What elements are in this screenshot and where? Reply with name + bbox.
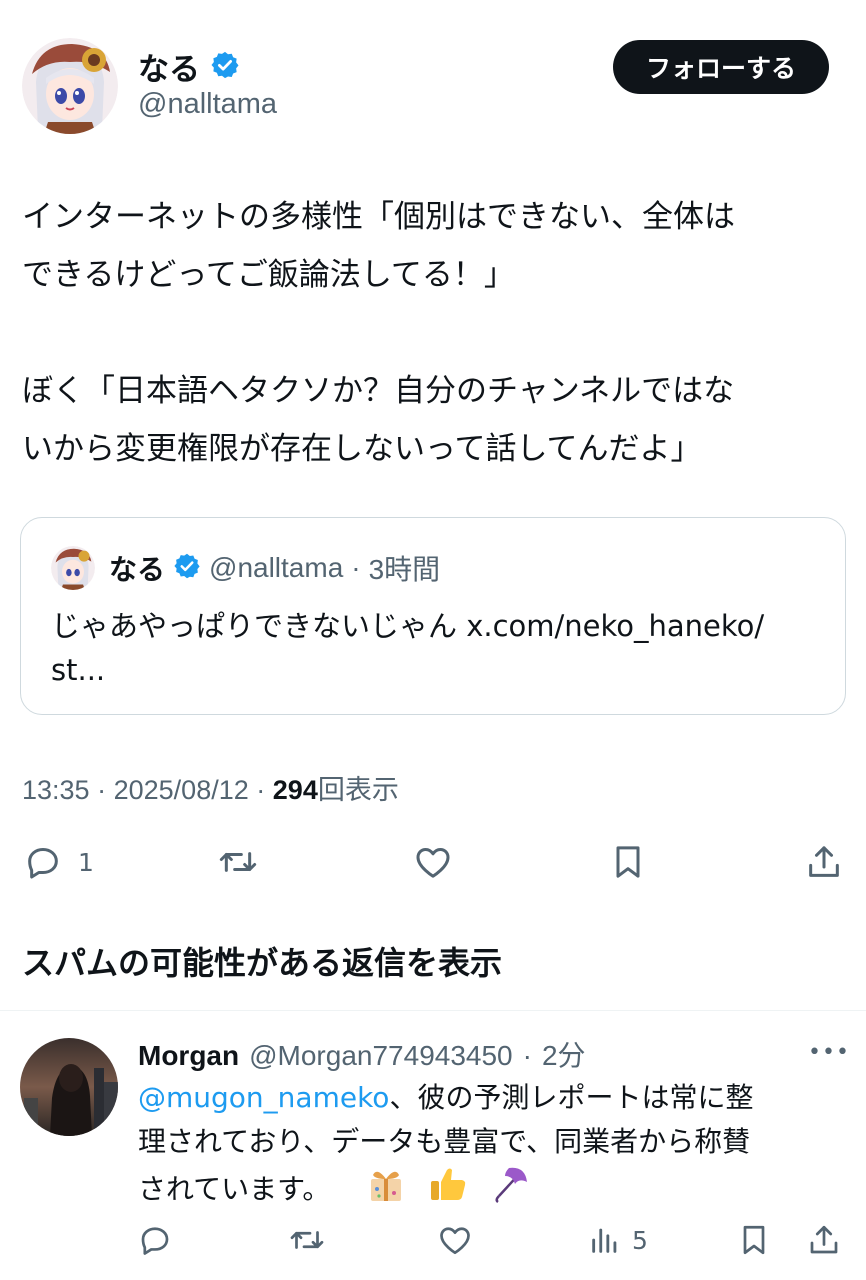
share-icon <box>806 1220 842 1260</box>
quote-text-line: st... <box>51 653 106 687</box>
reply-count: 1 <box>78 847 94 877</box>
reply-text-line: 、彼の予測レポートは常に整 <box>389 1081 754 1114</box>
bookmark-icon <box>736 1220 772 1260</box>
reply-like-button[interactable] <box>436 1222 474 1258</box>
umbrella-icon <box>491 1164 531 1217</box>
author-name-row: なる <box>138 44 240 89</box>
view-count: 294 <box>272 775 318 805</box>
tweet-line: ぼく「日本語ヘタクソか？自分のチャンネルではな <box>22 373 735 409</box>
reply-author-handle[interactable]: @Morgan774943450 <box>249 1040 513 1072</box>
reply-views-count: 5 <box>632 1225 648 1255</box>
reply-text-line: 理されており、データも豊富で、同業者から称賛 <box>138 1125 751 1158</box>
author-avatar[interactable] <box>22 38 118 134</box>
reply-reply-button[interactable] <box>136 1222 174 1258</box>
post-meta: 13:35 · 2025/08/12 · 294回表示 <box>22 768 399 807</box>
reply-icon <box>22 842 64 882</box>
analytics-icon <box>588 1222 622 1258</box>
show-spam-replies-link[interactable]: スパムの可能性がある返信を表示 <box>22 938 502 984</box>
quote-text-line: じゃあやっぱりできないじゃん x.com/neko_haneko/ <box>51 609 765 643</box>
separator-dot: · <box>97 775 107 805</box>
bookmark-button[interactable] <box>608 840 648 884</box>
reply-author-name[interactable]: Morgan <box>138 1040 239 1072</box>
more-options-icon[interactable]: ••• <box>808 1040 850 1065</box>
tweet-line: できるけどってご飯論法してる！」 <box>22 257 515 293</box>
quote-timestamp: 3時間 <box>368 554 441 585</box>
reply-text-line: されています。 <box>138 1172 331 1206</box>
view-count-label: 回表示 <box>317 775 399 805</box>
verified-badge-icon <box>210 50 240 84</box>
reply-timestamp[interactable]: 2分 <box>542 1034 586 1074</box>
reply-icon <box>136 1222 174 1258</box>
post-date[interactable]: 2025/08/12 <box>114 775 249 805</box>
share-icon <box>804 840 844 884</box>
divider <box>0 1010 866 1011</box>
reply-share-button[interactable] <box>806 1220 842 1260</box>
separator-dot: · <box>522 1040 532 1071</box>
reply-views-button[interactable]: 5 <box>588 1222 648 1258</box>
author-name[interactable]: なる <box>138 44 200 89</box>
tweet-line: インターネットの多様性「個別はできない、全体は <box>22 199 735 235</box>
repost-icon <box>286 1222 328 1258</box>
separator-dot: · <box>351 552 361 583</box>
quote-avatar <box>51 546 95 590</box>
heart-icon <box>436 1222 474 1258</box>
post-time[interactable]: 13:35 <box>22 775 90 805</box>
repost-icon <box>214 842 262 882</box>
reply-author-avatar[interactable] <box>20 1038 118 1136</box>
mention-link[interactable]: @mugon_nameko <box>138 1081 389 1114</box>
quoted-tweet-card[interactable]: なる @nalltama · 3時間 じゃあやっぱりできないじゃん x.com/… <box>20 517 846 715</box>
repost-button[interactable] <box>214 842 262 882</box>
separator-dot: · <box>256 775 266 805</box>
reply-button[interactable]: 1 <box>22 842 94 882</box>
thumbs-up-icon <box>428 1164 468 1217</box>
heart-icon <box>412 842 454 882</box>
quote-author-name: なる <box>109 553 166 586</box>
tweet-line: いから変更権限が存在しないって話してんだよ」 <box>22 431 702 467</box>
verified-badge-icon <box>173 552 201 584</box>
share-button[interactable] <box>804 840 844 884</box>
reply-text: @mugon_nameko、彼の予測レポートは常に整 理されており、データも豊富… <box>138 1076 838 1217</box>
reply-repost-button[interactable] <box>286 1222 328 1258</box>
gift-icon <box>367 1165 405 1216</box>
follow-button[interactable]: フォローする <box>613 40 829 94</box>
quote-text: じゃあやっぱりできないじゃん x.com/neko_haneko/ st... <box>51 604 831 692</box>
reply-header: Morgan @Morgan774943450 · 2分 <box>138 1034 586 1074</box>
quote-author-handle: @nalltama <box>209 552 344 583</box>
tweet-text: インターネットの多様性「個別はできない、全体は できるけどってご飯論法してる！」… <box>22 188 844 478</box>
reply-bookmark-button[interactable] <box>736 1220 772 1260</box>
quote-header: なる @nalltama · 3時間 <box>51 546 440 590</box>
bookmark-icon <box>608 840 648 884</box>
author-handle[interactable]: @nalltama <box>138 88 277 121</box>
like-button[interactable] <box>412 842 454 882</box>
